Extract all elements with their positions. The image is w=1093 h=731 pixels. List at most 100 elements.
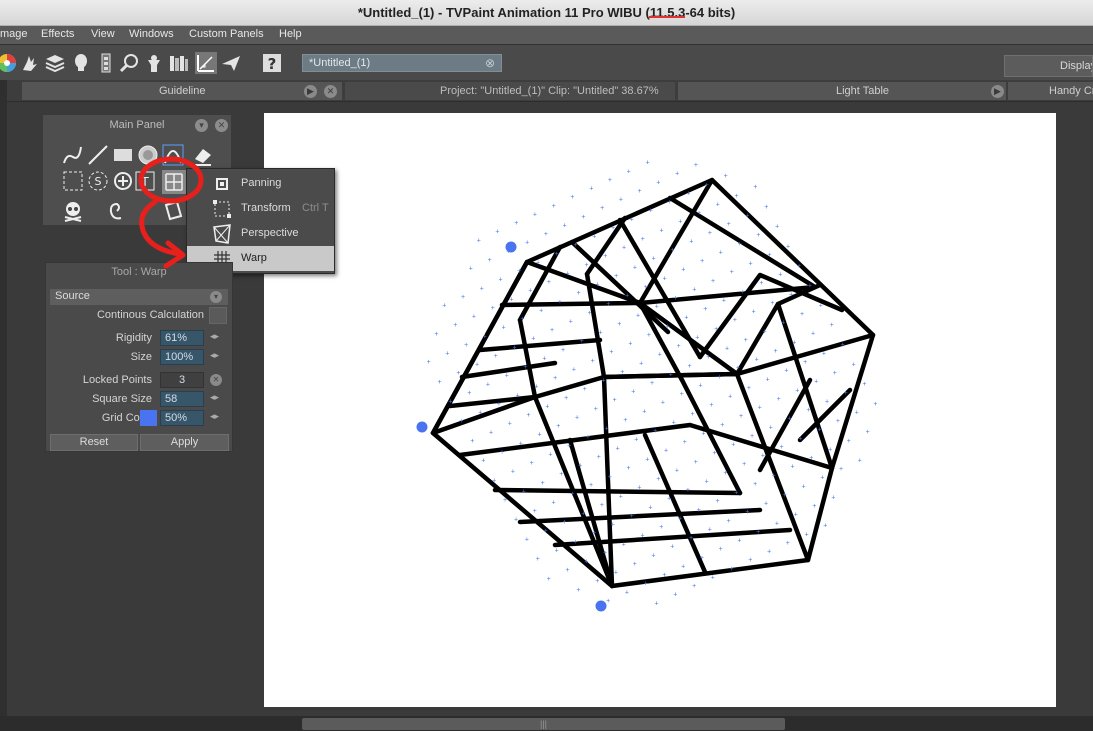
size-field[interactable]: 100% <box>160 349 204 365</box>
panel-header-row: Guideline ▶ ✕ Project: "Untitled_(1)" Cl… <box>0 80 1093 102</box>
menu-image[interactable]: mage <box>0 28 28 40</box>
cube-drawing[interactable]: + + + + + + + + + + + + + + + + + + + + + + + + + + + + + + + + + + + + + + + +… <box>264 113 1056 707</box>
close-icon[interactable]: ✕ <box>215 119 228 132</box>
warp-grid-point: + <box>784 368 788 375</box>
warp-grid-point: + <box>517 268 521 275</box>
apply-button[interactable]: Apply <box>140 434 229 451</box>
warp-grid-point: + <box>753 481 757 488</box>
freehand-icon[interactable] <box>61 143 85 167</box>
eraser-icon[interactable] <box>191 143 215 167</box>
warp-grid-point: + <box>720 422 724 429</box>
warp-grid-point: + <box>806 407 810 414</box>
mixer-icon[interactable] <box>95 52 117 74</box>
warp-grid-point: + <box>705 182 709 189</box>
color-wheel-icon[interactable] <box>0 52 18 74</box>
drawing-canvas[interactable]: + + + + + + + + + + + + + + + + + + + + + + + + + + + + + + + + + + + + + + + +… <box>264 113 1056 707</box>
grid-opacity-field[interactable]: 50% <box>160 410 204 426</box>
warp-grid-point: + <box>631 389 635 396</box>
flyout-item-perspective[interactable]: Perspective <box>187 221 334 246</box>
layers-icon[interactable] <box>44 52 66 74</box>
warp-grid-point: + <box>663 275 667 282</box>
guideline-close-icon[interactable]: ✕ <box>324 85 337 98</box>
display-button[interactable]: Display <box>1004 55 1093 77</box>
menu-help[interactable]: Help <box>279 28 302 40</box>
menu-view[interactable]: View <box>91 28 115 40</box>
clear-locked-points-icon[interactable]: ✕ <box>210 374 222 386</box>
warp-grid-point: + <box>770 300 774 307</box>
warp-grid-point: + <box>656 476 660 483</box>
line-icon[interactable] <box>86 143 110 167</box>
continous-calculation-checkbox[interactable] <box>209 307 227 324</box>
warp-grid-point: + <box>769 424 773 431</box>
warp-grid-point: + <box>606 301 610 308</box>
close-tab-icon[interactable]: ⊗ <box>485 55 495 71</box>
svg-text:T: T <box>140 175 149 189</box>
horizontal-scrollbar-thumb[interactable]: ||| <box>302 718 785 730</box>
light-table-play-icon[interactable]: ▶ <box>991 85 1004 98</box>
menu-effects[interactable]: Effects <box>41 28 74 40</box>
hand-icon[interactable] <box>19 52 41 74</box>
select-lasso-icon[interactable]: S <box>86 169 110 193</box>
warp-grid-icon[interactable] <box>195 52 217 74</box>
flyout-item-panning[interactable]: Panning <box>187 171 334 196</box>
rigidity-field[interactable]: 61% <box>160 330 204 346</box>
warp-grid-point: + <box>705 479 709 486</box>
warp-grid-point: + <box>774 348 778 355</box>
reset-button[interactable]: Reset <box>50 434 138 451</box>
brush-icon[interactable] <box>138 199 162 223</box>
warp-grid-point: + <box>789 291 793 298</box>
warp-grid-point: + <box>742 461 746 468</box>
paper-plane-icon[interactable] <box>220 52 242 74</box>
guideline-label: Guideline <box>159 85 206 97</box>
magnifier-icon[interactable] <box>118 52 140 74</box>
document-tab[interactable]: *Untitled_(1) ⊗ <box>302 54 502 72</box>
menu-custom-panels[interactable]: Custom Panels <box>189 28 264 40</box>
skull-icon[interactable] <box>61 199 85 223</box>
lightbulb-icon[interactable] <box>70 52 92 74</box>
bookshelf-icon[interactable] <box>168 52 190 74</box>
text-icon[interactable]: T <box>133 169 157 193</box>
grid-color-swatch[interactable] <box>140 410 157 426</box>
guideline-panel-header[interactable]: Guideline ▶ ✕ <box>22 82 342 100</box>
circle-icon[interactable] <box>136 143 160 167</box>
character-icon[interactable] <box>143 52 165 74</box>
zoom-add-icon[interactable] <box>111 169 135 193</box>
locked-point-handle[interactable] <box>505 241 517 253</box>
warp-grid-point: + <box>809 455 813 462</box>
handy-panel-header[interactable]: Handy Cr <box>1008 82 1093 100</box>
size-stepper-icon[interactable]: ◂▸ <box>210 350 219 361</box>
warp-grid-point: + <box>812 503 816 510</box>
rigidity-stepper-icon[interactable]: ◂▸ <box>210 331 219 342</box>
svg-text:?: ? <box>268 55 277 73</box>
source-dropdown[interactable]: Source ▾ <box>50 289 228 305</box>
page-icon[interactable] <box>161 199 185 223</box>
warp-grid-point: + <box>736 365 740 372</box>
warp-grid-point: + <box>823 523 827 530</box>
main-toolbar: ? *Untitled_(1) ⊗ Display <box>0 44 1093 80</box>
flyout-item-transform[interactable]: Transform Ctrl T <box>187 196 334 221</box>
bezier-icon[interactable] <box>161 143 185 167</box>
select-rect-icon[interactable] <box>61 169 85 193</box>
warp-grid-point: + <box>545 403 549 410</box>
warp-grid-point: + <box>427 359 431 366</box>
warp-grid-point: + <box>527 412 531 419</box>
warp-grid-point: + <box>595 578 599 585</box>
locked-point-handle[interactable] <box>595 600 607 612</box>
warp-grid-point: + <box>741 289 745 296</box>
menu-windows[interactable]: Windows <box>129 28 174 40</box>
chevron-down-icon[interactable]: ▾ <box>195 119 208 132</box>
warp-grid-point: + <box>783 492 787 499</box>
locked-point-handle[interactable] <box>416 421 428 433</box>
warp-grid-point: + <box>761 453 765 460</box>
square-size-stepper-icon[interactable]: ◂▸ <box>210 392 219 403</box>
warp-tool-icon[interactable] <box>160 168 188 196</box>
rectangle-icon[interactable] <box>111 143 135 167</box>
light-table-panel-header[interactable]: Light Table ▶ <box>678 82 1006 100</box>
chevron-down-icon[interactable]: ▾ <box>210 291 222 303</box>
help-icon[interactable]: ? <box>261 52 283 74</box>
square-size-field[interactable]: 58 <box>160 391 204 407</box>
warp-grid-point: + <box>645 456 649 463</box>
grid-opacity-stepper-icon[interactable]: ◂▸ <box>210 411 219 422</box>
guideline-play-icon[interactable]: ▶ <box>304 85 317 98</box>
spiral-icon[interactable] <box>105 199 129 223</box>
